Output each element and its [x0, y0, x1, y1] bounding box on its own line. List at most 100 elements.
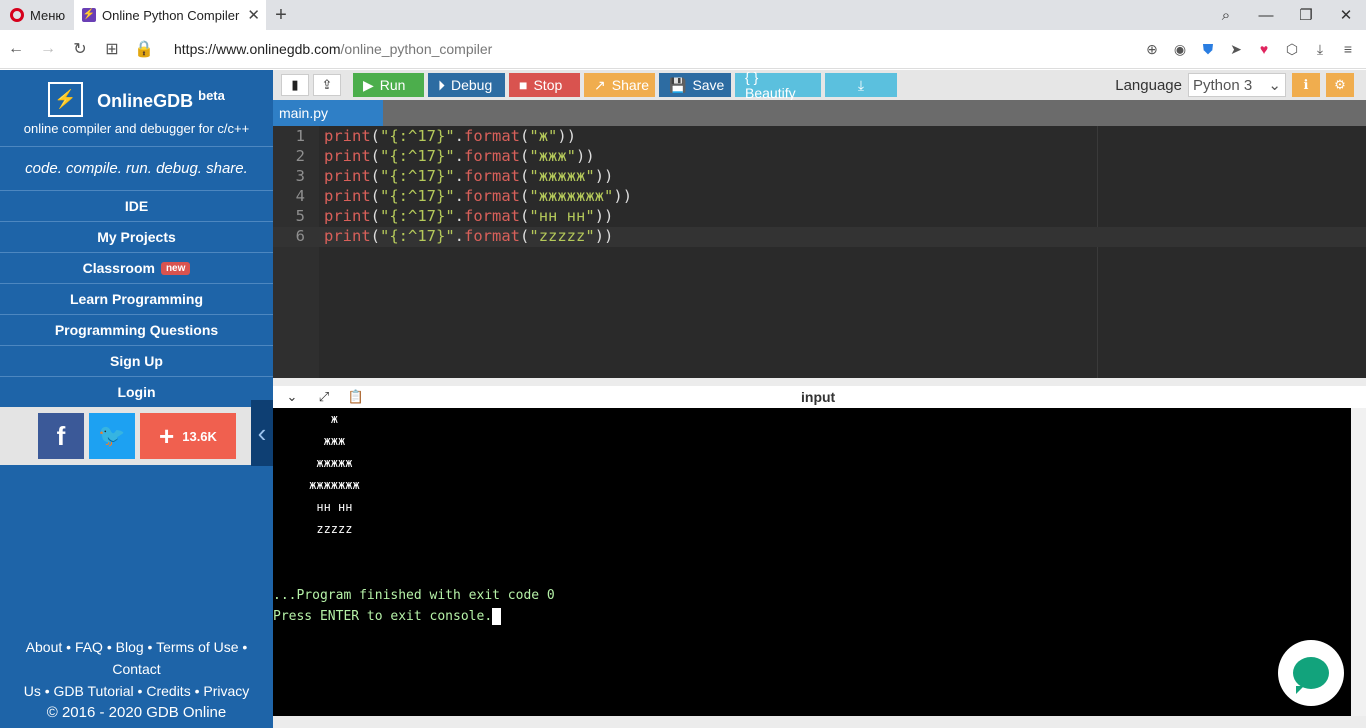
browser-menu-label: Меню	[30, 7, 66, 23]
addthis-share-button[interactable]: +13.6K	[140, 413, 236, 459]
url-host: https://www.onlinegdb.com	[174, 41, 341, 57]
speed-dial-icon[interactable]: ⊞	[96, 39, 128, 59]
code-line[interactable]: 2 print("{:^17}".format("жжж"))	[273, 147, 1366, 167]
nav-label: Programming Questions	[54, 322, 219, 338]
debug-button[interactable]: ⏵ Debug	[428, 73, 505, 97]
code-line[interactable]: 6 print("{:^17}".format("zzzzz"))	[273, 227, 1366, 247]
nav-label: Classroom	[82, 260, 155, 276]
minimize-icon[interactable]: —	[1246, 7, 1286, 24]
language-select[interactable]: Python 3 ⌄	[1188, 73, 1286, 97]
line-number: 3	[295, 167, 305, 185]
code-text: print("{:^17}".format("нн нн"))	[324, 207, 614, 225]
language-value: Python 3	[1193, 76, 1253, 94]
forward-arrow-icon[interactable]: →	[32, 40, 64, 58]
address-bar: ← → ↻ ⊞ 🔒 https://www.onlinegdb.com/onli…	[0, 30, 1366, 69]
settings-menu-icon[interactable]: ≡	[1340, 41, 1356, 57]
nav-item-learn-programming[interactable]: Learn Programming	[0, 283, 273, 314]
code-line[interactable]: 5 print("{:^17}".format("нн нн"))	[273, 207, 1366, 227]
save-button[interactable]: 💾 Save	[659, 73, 731, 97]
camera-icon[interactable]: ◉	[1172, 41, 1188, 58]
brand-subtitle: online compiler and debugger for c/c++	[23, 121, 250, 136]
clipboard-icon[interactable]: 📋	[343, 389, 369, 405]
cube-icon[interactable]: ⬡	[1284, 41, 1300, 58]
info-button[interactable]: ℹ	[1292, 73, 1320, 97]
code-line[interactable]: 1 print("{:^17}".format("ж"))	[273, 127, 1366, 147]
code-text: print("{:^17}".format("жжжжжжж"))	[324, 187, 633, 205]
nav-item-classroom[interactable]: Classroom new	[0, 252, 273, 283]
nav-label: IDE	[124, 198, 149, 214]
collapse-sidebar-button[interactable]: ‹	[251, 400, 273, 466]
brand-text: OnlineGDB	[97, 90, 194, 111]
upload-file-button[interactable]: ⇪	[313, 74, 341, 96]
output-line: жжж	[273, 434, 346, 448]
download-button[interactable]: ⤓	[825, 73, 897, 97]
exit-prompt-text: Press ENTER to exit console.	[273, 609, 493, 624]
settings-button[interactable]: ⚙	[1326, 73, 1354, 97]
brand-name[interactable]: OnlineGDB beta	[97, 88, 225, 112]
twitter-share-button[interactable]: 🐦	[89, 413, 135, 459]
beautify-button[interactable]: { } Beautify	[735, 69, 821, 101]
code-line[interactable]: 4 print("{:^17}".format("жжжжжжж"))	[273, 187, 1366, 207]
nav-item-programming-questions[interactable]: Programming Questions	[0, 314, 273, 345]
opera-logo-icon	[10, 8, 24, 22]
console-header: ⌄ ⤢ 📋 input	[273, 386, 1366, 408]
console-scrollbar[interactable]	[1351, 408, 1366, 716]
send-icon[interactable]: ➤	[1228, 41, 1244, 58]
code-text: print("{:^17}".format("ж"))	[324, 127, 577, 145]
new-badge: new	[160, 261, 191, 275]
nav-item-ide[interactable]: IDE	[0, 190, 273, 221]
output-line: жжжжжжж	[273, 478, 360, 492]
close-tab-icon[interactable]: ✕	[247, 6, 260, 24]
sidebar-footer: About • FAQ • Blog • Terms of Use • Cont…	[0, 636, 273, 728]
file-tab-label: main.py	[279, 105, 329, 121]
search-icon[interactable]: ⌕	[1206, 7, 1246, 24]
restore-icon[interactable]: ❐	[1286, 6, 1326, 24]
chat-widget-button[interactable]	[1278, 640, 1344, 706]
output-line: жжжжж	[273, 456, 353, 470]
chevron-left-icon: ‹	[257, 417, 267, 448]
nav-item-my-projects[interactable]: My Projects	[0, 221, 273, 252]
chevron-down-icon: ⌄	[1268, 77, 1281, 94]
text-cursor	[492, 608, 502, 625]
stop-button[interactable]: ■ Stop	[509, 73, 580, 97]
nav-item-login[interactable]: Login	[0, 376, 273, 407]
footer-links-line1[interactable]: About • FAQ • Blog • Terms of Use • Cont…	[0, 636, 273, 680]
chevron-down-icon[interactable]: ⌄	[279, 389, 305, 405]
close-window-icon[interactable]: ✕	[1326, 6, 1366, 24]
run-button[interactable]: ▶ Run	[353, 73, 424, 97]
file-tab-main-py[interactable]: main.py	[273, 100, 383, 126]
footer-links-line2[interactable]: Us • GDB Tutorial • Credits • Privacy	[0, 680, 273, 702]
new-tab-button[interactable]: +	[266, 0, 296, 30]
chat-bubble-icon	[1293, 657, 1329, 694]
debug-label: Debug	[451, 77, 493, 93]
url-field[interactable]: https://www.onlinegdb.com/online_python_…	[174, 41, 492, 57]
nav-item-sign-up[interactable]: Sign Up	[0, 345, 273, 376]
sidebar: ⚡ OnlineGDB beta online compiler and deb…	[0, 70, 273, 728]
exit-prompt: Press ENTER to exit console.	[273, 608, 502, 625]
plus-icon: +	[159, 420, 175, 451]
heart-icon[interactable]: ♥	[1256, 41, 1272, 57]
facebook-icon: f	[56, 420, 66, 451]
code-editor[interactable]: 1 print("{:^17}".format("ж")) 2 print("{:^1…	[273, 126, 1366, 378]
output-line: zzzzz	[273, 522, 353, 536]
share-button[interactable]: ↗ Share	[584, 73, 655, 97]
line-number: 5	[295, 207, 305, 225]
line-number: 4	[295, 187, 305, 205]
stop-icon: ■	[519, 77, 528, 93]
lightning-logo-icon[interactable]: ⚡	[48, 82, 84, 117]
run-label: Run	[379, 77, 406, 93]
reload-icon[interactable]: ↻	[64, 39, 96, 59]
console-output[interactable]: ж жжж жжжжж жжжжжжж нн нн zzzzz ...Progr…	[273, 408, 1351, 716]
facebook-share-button[interactable]: f	[38, 413, 84, 459]
browser-menu-button[interactable]: Меню	[0, 0, 74, 30]
back-arrow-icon[interactable]: ←	[0, 40, 32, 58]
download-icon[interactable]: ⤓	[1312, 41, 1328, 58]
new-file-button[interactable]: ▮	[281, 74, 309, 96]
code-line[interactable]: 3 print("{:^17}".format("жжжжж"))	[273, 167, 1366, 187]
social-share-bar: f 🐦 +13.6K	[0, 407, 273, 465]
expand-icon[interactable]: ⤢	[311, 389, 337, 405]
shield-icon[interactable]: ⛊	[1200, 41, 1216, 58]
save-icon: 💾	[669, 76, 687, 93]
browser-tab-active[interactable]: ⚡ Online Python Compiler - c ✕	[74, 0, 266, 30]
zoom-icon[interactable]: ⊕	[1144, 41, 1160, 58]
